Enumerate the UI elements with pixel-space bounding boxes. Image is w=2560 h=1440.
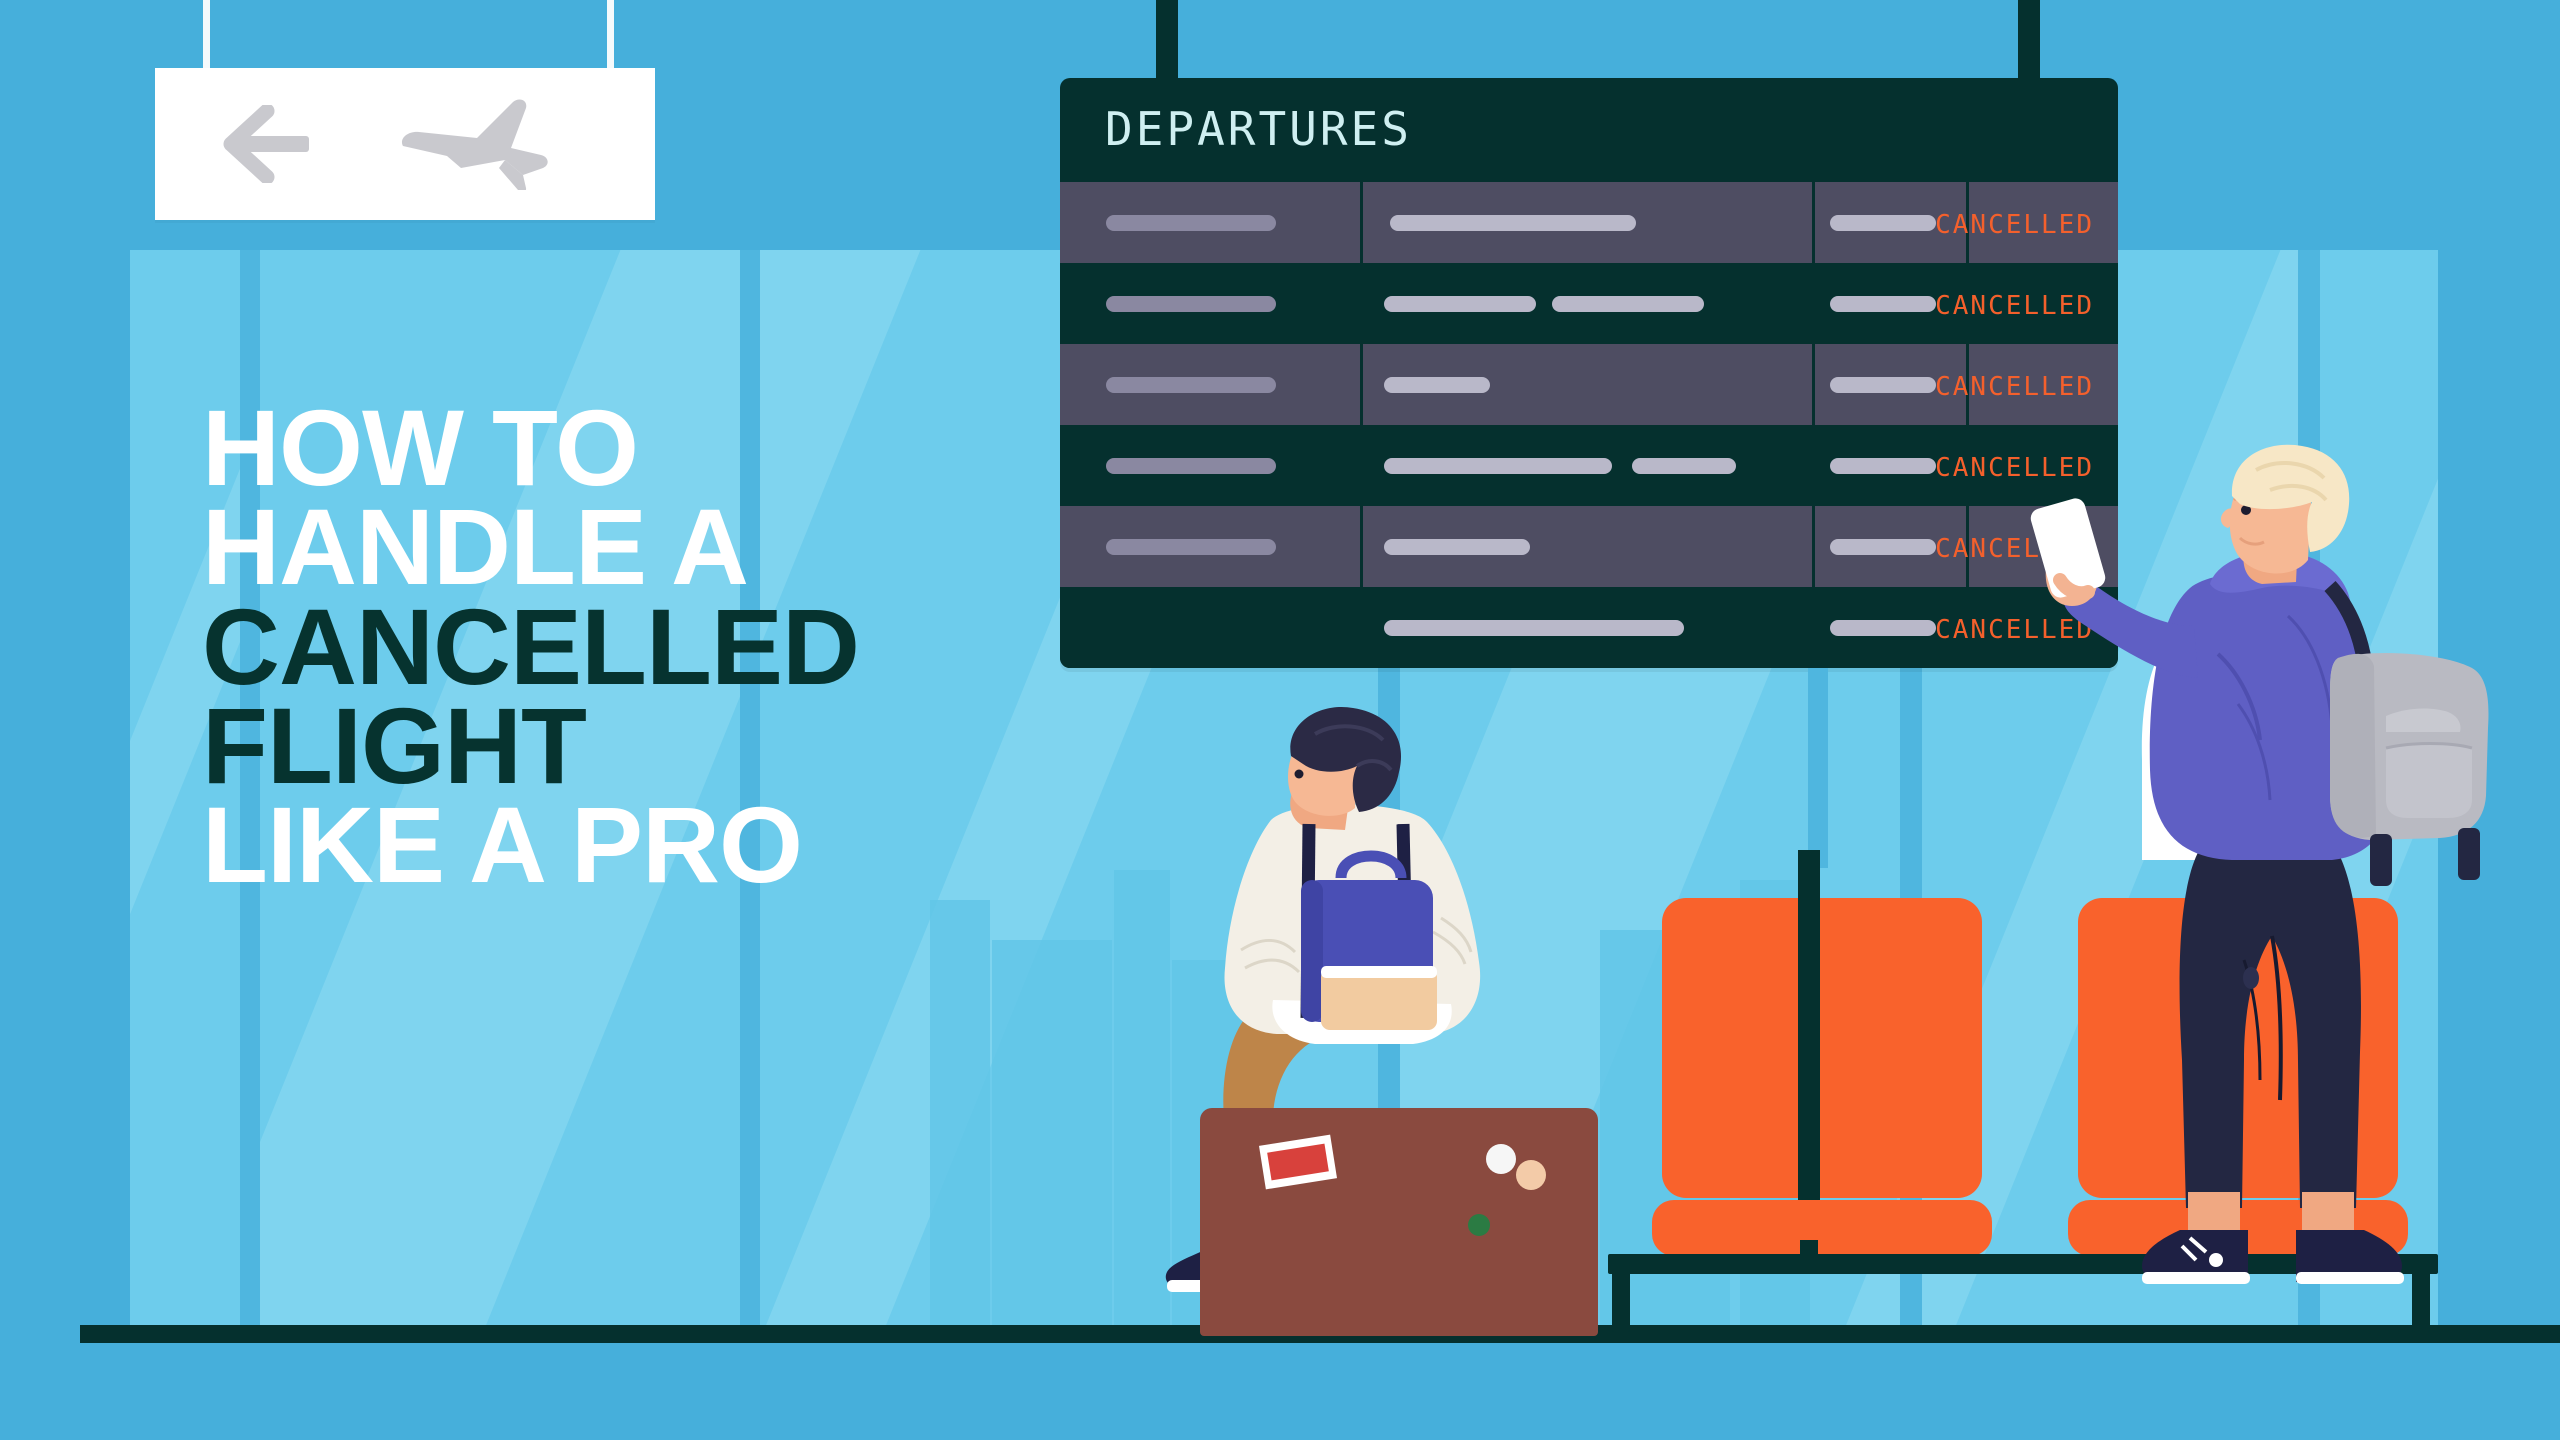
board-cell-divider — [1812, 506, 1815, 587]
page-title: HOW TO HANDLE A CANCELLED FLIGHT LIKE A … — [202, 387, 1102, 906]
headline-line-5: LIKE A PRO — [202, 784, 803, 906]
board-title: DEPARTURES — [1105, 102, 1412, 156]
board-placeholder-bar — [1384, 377, 1490, 393]
board-cell-divider — [1812, 182, 1815, 263]
board-placeholder-bar — [1384, 539, 1530, 555]
board-placeholder-bar — [1390, 215, 1636, 231]
wayfinding-sign — [155, 68, 655, 220]
board-placeholder-bar — [1384, 620, 1684, 636]
board-rows: CANCELLED CANCELLED CANCELLED CANCELLED CANC… — [1060, 182, 2118, 668]
departure-board: DEPARTURES CANCELLED CANCELLED CANCELLED CA… — [1060, 78, 2118, 668]
bench-seat-back-left — [1662, 898, 1982, 1198]
peach-circle-sticker — [1516, 1160, 1546, 1190]
left-arrow-icon — [215, 105, 323, 183]
bench-back-post — [1798, 850, 1820, 1250]
board-placeholder-bar — [1830, 296, 1936, 312]
board-row: CANCELLED — [1060, 425, 2118, 506]
bench-leg-left — [1612, 1254, 1630, 1332]
board-placeholder-bar — [1632, 458, 1736, 474]
headline-line-1: HOW TO — [202, 387, 639, 508]
board-placeholder-bar — [1384, 458, 1612, 474]
board-placeholder-bar — [1830, 215, 1936, 231]
headline-line-3: CANCELLED — [202, 585, 860, 707]
board-placeholder-bar — [1384, 296, 1536, 312]
skyline-silhouette-b — [992, 940, 1112, 1330]
headline-line-4: FLIGHT — [202, 685, 587, 807]
airplane-icon — [395, 98, 555, 190]
poster-canvas: DEPARTURES CANCELLED CANCELLED CANCELLED CA… — [0, 0, 2560, 1440]
green-dot-sticker — [1468, 1214, 1490, 1236]
status-badge: CANCELLED — [1935, 372, 2094, 402]
board-placeholder-bar — [1830, 458, 1936, 474]
board-pole-lower — [1808, 668, 1828, 868]
board-placeholder-bar — [1106, 377, 1276, 393]
board-row: CANCELLED — [1060, 506, 2118, 587]
board-placeholder-bar — [1830, 539, 1936, 555]
board-placeholder-bar — [1106, 539, 1276, 555]
board-row: CANCELLED — [1060, 587, 2118, 668]
floor — [0, 1338, 2560, 1440]
board-placeholder-bar — [1830, 620, 1936, 636]
board-placeholder-bar — [1106, 215, 1276, 231]
board-pole-right — [2018, 0, 2040, 90]
board-cell-divider — [1360, 344, 1363, 425]
white-circle-sticker — [1486, 1144, 1516, 1174]
bench-cushion-left — [1652, 1200, 1992, 1256]
suitcase — [1200, 1108, 1598, 1336]
board-cell-divider — [1360, 506, 1363, 587]
standing-traveler — [2030, 440, 2500, 1340]
board-placeholder-bar — [1106, 458, 1276, 474]
headline-line-2: HANDLE A — [202, 486, 749, 608]
status-badge: CANCELLED — [1935, 210, 2094, 240]
board-row: CANCELLED — [1060, 344, 2118, 425]
status-badge: CANCELLED — [1935, 291, 2094, 321]
board-cell-divider — [1360, 182, 1363, 263]
board-placeholder-bar — [1552, 296, 1704, 312]
board-placeholder-bar — [1106, 296, 1276, 312]
bench-centre-stem — [1800, 1240, 1818, 1262]
skyline-silhouette-a — [930, 900, 990, 1330]
board-row: CANCELLED — [1060, 182, 2118, 263]
board-pole-left — [1156, 0, 1178, 90]
board-row: CANCELLED — [1060, 263, 2118, 344]
red-rectangle-sticker — [1259, 1134, 1337, 1190]
board-cell-divider — [1812, 344, 1815, 425]
board-placeholder-bar — [1830, 377, 1936, 393]
